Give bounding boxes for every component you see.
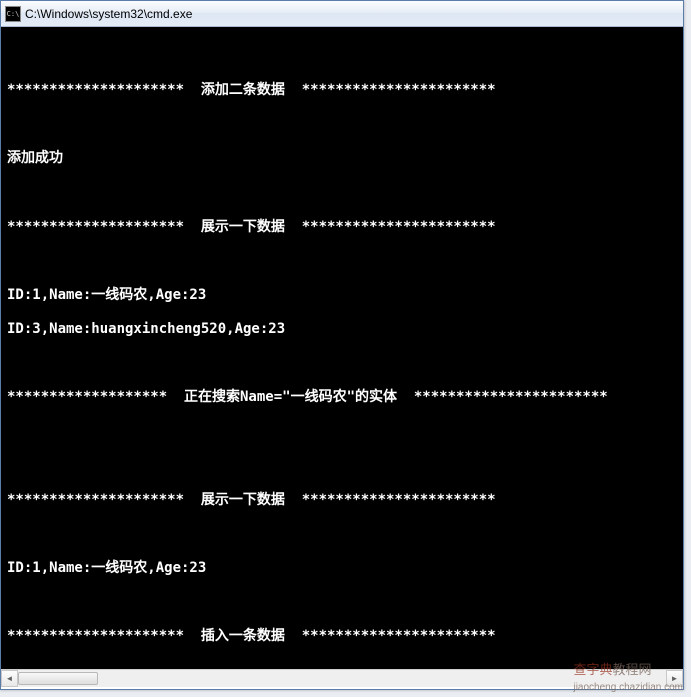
scroll-right-arrow-icon[interactable]: ►: [666, 670, 683, 687]
console-line: ID:1,Name:一线码农,Age:23: [7, 287, 677, 304]
console-line: ID:1,Name:一线码农,Age:23: [7, 560, 677, 577]
console-output[interactable]: ********************* 添加二条数据 ***********…: [1, 27, 683, 669]
console-line: [7, 185, 677, 202]
console-line: [7, 457, 677, 474]
console-line: [7, 423, 677, 440]
scroll-thumb[interactable]: [18, 672, 98, 685]
console-line: [7, 662, 677, 669]
cmd-window: C:\ C:\Windows\system32\cmd.exe ********…: [0, 0, 684, 690]
scroll-track[interactable]: [18, 670, 666, 687]
console-line: 添加成功: [7, 150, 677, 167]
titlebar[interactable]: C:\ C:\Windows\system32\cmd.exe: [1, 1, 683, 27]
console-line: ********************* 展示一下数据 ***********…: [7, 219, 677, 236]
console-line: [7, 594, 677, 611]
cmd-icon: C:\: [5, 6, 21, 22]
console-line: [7, 116, 677, 133]
console-line: [7, 355, 677, 372]
console-line: [7, 48, 677, 65]
scroll-left-arrow-icon[interactable]: ◄: [1, 670, 18, 687]
console-line: [7, 526, 677, 543]
console-line: ID:3,Name:huangxincheng520,Age:23: [7, 321, 677, 338]
console-line: ********************* 展示一下数据 ***********…: [7, 492, 677, 509]
console-line: [7, 253, 677, 270]
console-line: ******************* 正在搜索Name="一线码农"的实体 *…: [7, 389, 677, 406]
console-line: ********************* 插入一条数据 ***********…: [7, 628, 677, 645]
horizontal-scrollbar[interactable]: ◄ ►: [1, 669, 683, 686]
window-title: C:\Windows\system32\cmd.exe: [25, 7, 192, 21]
console-line: ********************* 添加二条数据 ***********…: [7, 82, 677, 99]
